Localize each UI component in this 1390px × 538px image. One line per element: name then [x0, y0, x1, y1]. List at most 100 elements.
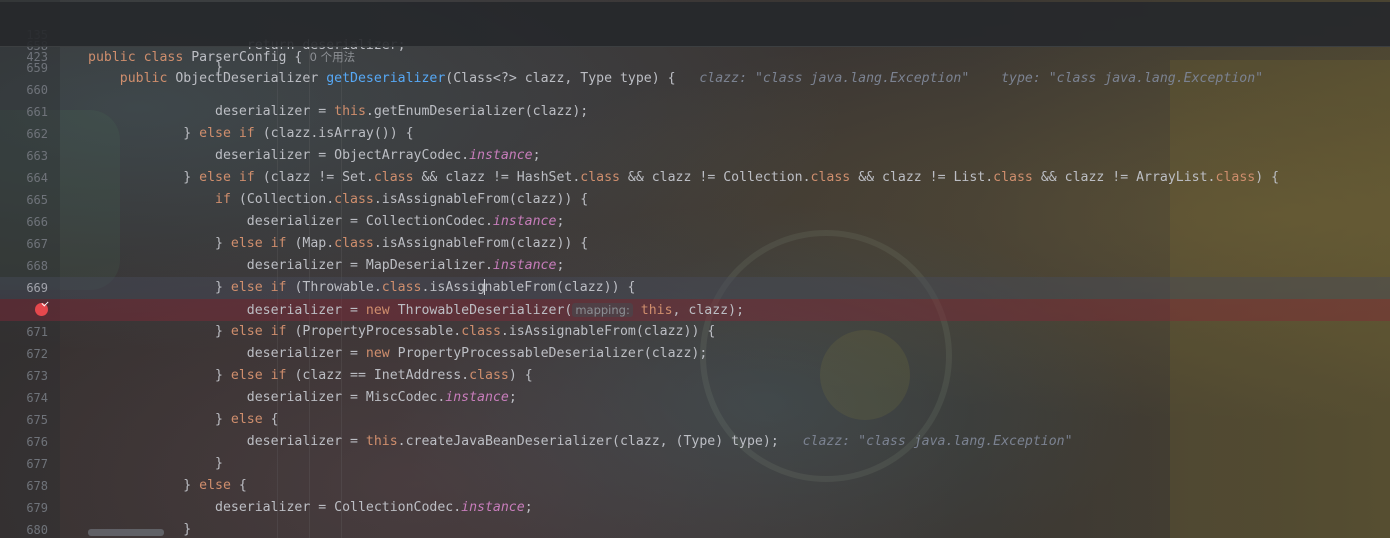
code-line[interactable]: 661 deserializer = this.getEnumDeseriali… [0, 101, 1390, 123]
line-code: deserializer = this.createJavaBeanDeseri… [88, 431, 1073, 453]
line-number: 677 [26, 457, 48, 471]
code-token: { [270, 412, 279, 427]
code-line[interactable]: 676 deserializer = this.createJavaBeanDe… [0, 431, 1390, 453]
line-code: } [88, 453, 223, 475]
line-number: 662 [26, 127, 48, 141]
code-line[interactable]: 677 } [0, 453, 1390, 475]
code-token: new [365, 346, 398, 361]
code-token: else [230, 412, 271, 427]
line-number: 673 [26, 369, 48, 383]
sticky-header-method[interactable]: 423 public ObjectDeserializer getDeseria… [0, 24, 1390, 86]
code-line[interactable]: 671 } else if (PropertyProcessable.class… [0, 321, 1390, 343]
code-token: else if [199, 170, 263, 185]
code-token: else if [230, 280, 295, 295]
line-code: deserializer = CollectionCodec.instance; [88, 497, 533, 519]
code-editor[interactable]: 658 return deserializer;659 }660661 dese… [0, 0, 1390, 538]
line-number: 674 [26, 391, 48, 405]
code-line[interactable]: 673 } else if (clazz == InetAddress.clas… [0, 365, 1390, 387]
line-code: deserializer = this.getEnumDeserializer(… [88, 101, 588, 123]
code-line[interactable]: 674 deserializer = MiscCodec.instance; [0, 387, 1390, 409]
code-token: && clazz != ArrayList. [1032, 170, 1216, 185]
code-token: (Collection. [238, 192, 335, 207]
code-token: else if [230, 368, 295, 383]
code-token: ThrowableDeserializer( [397, 303, 573, 318]
line-number: 671 [26, 325, 48, 339]
code-token: instance [469, 148, 533, 163]
code-token: deserializer = [88, 104, 335, 119]
code-line[interactable]: 680 } [0, 519, 1390, 538]
code-token: } [88, 170, 200, 185]
code-token: class [373, 170, 414, 185]
line-code: } else { [88, 475, 247, 497]
code-line[interactable]: 668 deserializer = MapDeserializer.insta… [0, 255, 1390, 277]
line-number: 665 [26, 193, 48, 207]
line-number: 672 [26, 347, 48, 361]
code-token: (Class<?> clazz, Type type) { [445, 71, 676, 86]
code-token: else if [199, 126, 263, 141]
line-number: 664 [26, 171, 48, 185]
code-line[interactable]: 675 } else { [0, 409, 1390, 431]
line-number: 663 [26, 149, 48, 163]
code-token: class [580, 170, 620, 185]
line-number: 669 [26, 281, 48, 295]
line-code: deserializer = MiscCodec.instance; [88, 387, 517, 409]
code-token: .isAssignableFrom(clazz)) { [500, 324, 716, 339]
code-token: } [88, 456, 223, 471]
code-line[interactable]: 662 } else if (clazz.isArray()) { [0, 123, 1390, 145]
code-line[interactable]: 664 } else if (clazz != Set.class && cla… [0, 167, 1390, 189]
code-token: ; [556, 214, 565, 229]
code-token: this [334, 104, 366, 119]
code-token: && clazz != List. [850, 170, 994, 185]
code-token: ; [508, 390, 517, 405]
code-token: new [365, 303, 398, 318]
code-token: deserializer = MapDeserializer. [88, 258, 493, 273]
code-token: (Map. [294, 236, 335, 251]
code-token: instance [445, 390, 509, 405]
code-line-current[interactable]: 669 } else if (Throwable.class.isAssigna… [0, 277, 1390, 299]
code-token: class [381, 280, 422, 295]
code-line-breakpoint[interactable]: deserializer = new ThrowableDeserializer… [0, 299, 1390, 321]
code-line[interactable]: 665 if (Collection.class.isAssignableFro… [0, 189, 1390, 211]
code-line[interactable]: 666 deserializer = CollectionCodec.insta… [0, 211, 1390, 233]
code-line[interactable]: 678 } else { [0, 475, 1390, 497]
code-line[interactable]: 672 deserializer = new PropertyProcessab… [0, 343, 1390, 365]
code-token: else if [230, 236, 295, 251]
code-token: class [469, 368, 509, 383]
line-code: deserializer = new PropertyProcessableDe… [88, 343, 708, 365]
code-line[interactable]: 663 deserializer = ObjectArrayCodec.inst… [0, 145, 1390, 167]
horizontal-scrollbar[interactable] [88, 529, 164, 536]
code-token: ; [556, 258, 565, 273]
code-token: } [88, 324, 231, 339]
code-token: deserializer = MiscCodec. [88, 390, 446, 405]
code-token: nableFrom(clazz)) { [484, 280, 636, 295]
debug-inline-value: clazz: "class java.lang.Exception" type:… [675, 71, 1264, 86]
code-line[interactable]: 667 } else if (Map.class.isAssignableFro… [0, 233, 1390, 255]
line-code: deserializer = ObjectArrayCodec.instance… [88, 145, 541, 167]
code-token: .createJavaBeanDeserializer(clazz, (Type… [397, 434, 779, 449]
line-code: } else if (clazz.isArray()) { [88, 123, 414, 145]
usage-hint[interactable]: 0 个用法 [302, 50, 356, 64]
code-token: PropertyProcessableDeserializer(clazz); [397, 346, 708, 361]
line-number: 668 [26, 259, 48, 273]
code-token: instance [492, 258, 557, 273]
code-token: .isAssignableFrom(clazz)) { [373, 192, 589, 207]
code-token: } [88, 236, 231, 251]
code-token: this [365, 434, 398, 449]
line-number: 423 [26, 50, 48, 64]
debug-inline-value: clazz: "class java.lang.Exception" [778, 434, 1073, 449]
line-number: 678 [26, 479, 48, 493]
line-code: if (Collection.class.isAssignableFrom(cl… [88, 189, 588, 211]
code-token: (clazz.isArray()) { [262, 126, 414, 141]
code-token: deserializer = ObjectArrayCodec. [88, 148, 470, 163]
code-token: public class [88, 50, 192, 65]
code-token: ) { [508, 368, 533, 383]
code-token: if [215, 192, 239, 207]
breakpoint-icon[interactable] [35, 303, 48, 316]
sticky-header-class[interactable]: 135 public class ParserConfig { 0 个用法 [0, 2, 1390, 65]
code-token: && clazz != HashSet. [413, 170, 581, 185]
code-token: { [238, 478, 247, 493]
code-token: deserializer = CollectionCodec. [88, 214, 493, 229]
code-token: } [88, 368, 231, 383]
line-code: } else { [88, 409, 279, 431]
code-line[interactable]: 679 deserializer = CollectionCodec.insta… [0, 497, 1390, 519]
